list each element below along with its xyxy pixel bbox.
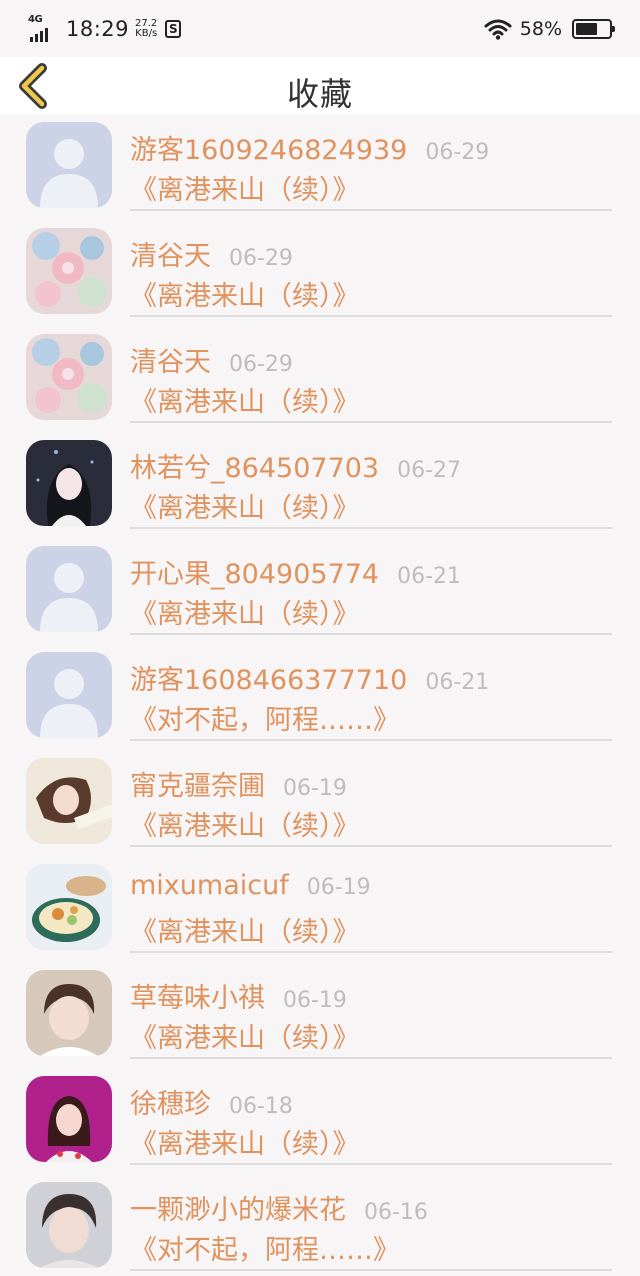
list-item[interactable]: 一颗渺小的爆米花 06-16 《对不起，阿程……》 — [0, 1174, 640, 1276]
date-label: 06-21 — [397, 564, 462, 589]
avatar[interactable] — [26, 228, 112, 314]
signal-icon: 4G — [28, 14, 58, 42]
item-header: 开心果_804905774 06-21 — [130, 552, 461, 591]
avatar[interactable] — [26, 334, 112, 420]
battery-icon — [572, 19, 615, 39]
item-header: 草莓味小祺 06-19 — [130, 976, 347, 1015]
date-label: 06-29 — [229, 246, 293, 271]
speed-unit: KB/s — [135, 28, 158, 39]
date-label: 06-29 — [229, 352, 293, 377]
item-header: 一颗渺小的爆米花 06-16 — [130, 1188, 428, 1227]
article-title: 《离港来山（续）》 — [130, 811, 360, 842]
list-item[interactable]: 游客1609246824939 06-29 《离港来山（续）》 — [0, 114, 640, 220]
list-item[interactable]: 徐穗珍 06-18 《离港来山（续）》 — [0, 1068, 640, 1174]
divider — [130, 1057, 612, 1059]
list-item[interactable]: 清谷天 06-29 《离港来山（续）》 — [0, 326, 640, 432]
item-header: 清谷天 06-29 — [130, 340, 293, 379]
divider — [130, 845, 612, 847]
user-name: 徐穗珍 — [130, 1089, 211, 1120]
list-item[interactable]: 林若兮_864507703 06-27 《离港来山（续）》 — [0, 432, 640, 538]
nav-bar: 收藏 — [0, 57, 640, 114]
avatar[interactable] — [26, 440, 112, 526]
article-title: 《离港来山（续）》 — [130, 599, 360, 630]
avatar[interactable] — [26, 546, 112, 632]
user-name: 清谷天 — [130, 347, 211, 378]
avatar[interactable] — [26, 970, 112, 1056]
avatar[interactable] — [26, 1182, 112, 1268]
item-header: 甯克疆奈圃 06-19 — [130, 764, 347, 803]
list-item[interactable]: 甯克疆奈圃 06-19 《离港来山（续）》 — [0, 750, 640, 856]
divider — [130, 421, 612, 423]
divider — [130, 633, 612, 635]
item-header: 清谷天 06-29 — [130, 234, 293, 273]
page-title: 收藏 — [286, 75, 353, 113]
network-type: 4G — [28, 14, 43, 25]
clock: 18:29 — [66, 17, 130, 41]
item-header: 林若兮_864507703 06-27 — [130, 446, 461, 485]
item-header: 游客1609246824939 06-29 — [130, 128, 489, 167]
user-name: 游客1609246824939 — [130, 135, 408, 166]
user-name: mixumaicuf — [130, 870, 289, 901]
divider — [130, 1269, 612, 1271]
avatar[interactable] — [26, 758, 112, 844]
app-notification-icon: S — [165, 20, 182, 38]
favorites-list: 游客1609246824939 06-29 《离港来山（续）》 清谷天 06-29 《离… — [0, 114, 640, 1276]
date-label: 06-19 — [283, 776, 347, 801]
battery-percent: 58% — [519, 18, 562, 40]
article-title: 《对不起，阿程……》 — [130, 705, 400, 736]
status-bar: 4G 18:29 27.2 KB/s S 58% — [0, 0, 640, 57]
list-item[interactable]: 游客1608466377710 06-21 《对不起，阿程……》 — [0, 644, 640, 750]
article-title: 《离港来山（续）》 — [130, 281, 360, 312]
item-header: 游客1608466377710 06-21 — [130, 658, 489, 697]
date-label: 06-19 — [283, 988, 347, 1013]
divider — [130, 739, 612, 741]
divider — [130, 527, 612, 529]
list-item[interactable]: 草莓味小祺 06-19 《离港来山（续）》 — [0, 962, 640, 1068]
avatar[interactable] — [26, 652, 112, 738]
user-name: 开心果_804905774 — [130, 559, 380, 590]
list-item[interactable]: mixumaicuf 06-19 《离港来山（续）》 — [0, 856, 640, 962]
user-name: 游客1608466377710 — [130, 665, 408, 696]
divider — [130, 209, 612, 211]
user-name: 草莓味小祺 — [130, 983, 265, 1014]
list-item[interactable]: 清谷天 06-29 《离港来山（续）》 — [0, 220, 640, 326]
divider — [130, 1163, 612, 1165]
list-item[interactable]: 开心果_804905774 06-21 《离港来山（续）》 — [0, 538, 640, 644]
item-header: mixumaicuf 06-19 — [130, 870, 371, 901]
divider — [130, 315, 612, 317]
avatar[interactable] — [26, 864, 112, 950]
article-title: 《离港来山（续）》 — [130, 387, 360, 418]
item-header: 徐穗珍 06-18 — [130, 1082, 293, 1121]
network-speed: 27.2 KB/s — [135, 19, 157, 39]
avatar[interactable] — [26, 122, 112, 208]
date-label: 06-19 — [306, 875, 371, 900]
article-title: 《离港来山（续）》 — [130, 1023, 360, 1054]
divider — [130, 951, 612, 953]
article-title: 《离港来山（续）》 — [130, 1129, 360, 1160]
date-label: 06-16 — [364, 1200, 428, 1225]
user-name: 林若兮_864507703 — [130, 453, 380, 484]
date-label: 06-29 — [425, 140, 490, 165]
date-label: 06-21 — [425, 670, 490, 695]
user-name: 清谷天 — [130, 241, 211, 272]
wifi-icon — [484, 19, 512, 40]
article-title: 《对不起，阿程……》 — [130, 1235, 400, 1266]
user-name: 甯克疆奈圃 — [130, 771, 265, 802]
user-name: 一颗渺小的爆米花 — [130, 1195, 346, 1226]
date-label: 06-18 — [229, 1094, 293, 1119]
article-title: 《离港来山（续）》 — [130, 917, 360, 948]
date-label: 06-27 — [397, 458, 462, 483]
article-title: 《离港来山（续）》 — [130, 493, 360, 524]
avatar[interactable] — [26, 1076, 112, 1162]
article-title: 《离港来山（续）》 — [130, 175, 360, 206]
